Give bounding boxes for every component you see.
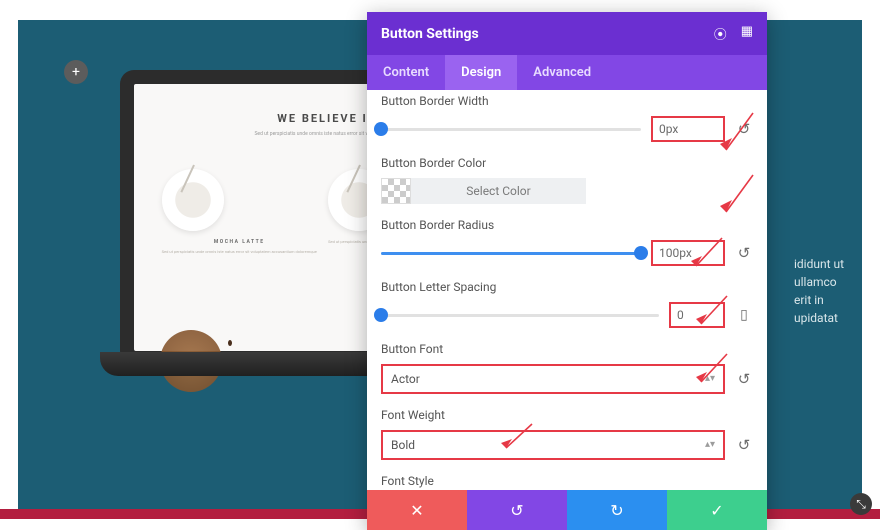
- reset-icon[interactable]: ↺: [735, 244, 753, 262]
- style-label: Font Style: [381, 474, 753, 488]
- border-radius-label: Button Border Radius: [381, 218, 753, 232]
- reset-icon[interactable]: ↺: [735, 120, 753, 138]
- modal-header[interactable]: Button Settings ⦿ ▦: [367, 12, 767, 55]
- slider-thumb[interactable]: [374, 122, 388, 136]
- responsive-icon[interactable]: ▯: [735, 307, 753, 323]
- undo-icon: ↺: [510, 501, 523, 520]
- modal-title: Button Settings: [381, 26, 479, 42]
- font-select-value: Actor: [391, 372, 420, 386]
- add-module-button[interactable]: +: [64, 60, 88, 84]
- color-swatch-transparent[interactable]: [381, 178, 411, 204]
- tab-content[interactable]: Content: [367, 55, 445, 90]
- check-icon: ✓: [710, 501, 723, 520]
- slider-thumb[interactable]: [634, 246, 648, 260]
- weight-select[interactable]: Bold ▴▾: [381, 430, 725, 460]
- product-card: MOCHA LATTE Sed ut perspiciatis unde omn…: [162, 169, 317, 255]
- modal-tabs: Content Design Advanced: [367, 55, 767, 90]
- caret-icon: ▴▾: [705, 374, 715, 384]
- cup-image: [162, 169, 224, 231]
- tab-advanced[interactable]: Advanced: [517, 55, 607, 90]
- expand-icon[interactable]: ⦿: [714, 24, 727, 43]
- plus-icon: +: [72, 64, 80, 80]
- font-label: Button Font: [381, 342, 753, 356]
- border-radius-slider[interactable]: [381, 252, 641, 255]
- slider-thumb[interactable]: [374, 308, 388, 322]
- product-desc: Sed ut perspiciatis unde omnis iste natu…: [162, 249, 317, 255]
- weight-select-value: Bold: [391, 438, 415, 452]
- border-color-label: Button Border Color: [381, 156, 753, 170]
- resize-handle[interactable]: ⤡: [850, 493, 872, 515]
- redo-icon: ↻: [610, 501, 623, 520]
- snap-icon[interactable]: ▦: [741, 24, 753, 43]
- border-width-slider[interactable]: [381, 128, 641, 131]
- modal-body: Button Border Width ↺ Button Border Colo…: [367, 90, 767, 490]
- cancel-button[interactable]: ✕: [367, 490, 467, 530]
- close-icon: ✕: [410, 501, 423, 520]
- reset-icon[interactable]: ↺: [735, 436, 753, 454]
- border-width-input[interactable]: [651, 116, 725, 142]
- letter-spacing-label: Button Letter Spacing: [381, 280, 753, 294]
- weight-label: Font Weight: [381, 408, 753, 422]
- redo-button[interactable]: ↻: [567, 490, 667, 530]
- product-label: MOCHA LATTE: [162, 239, 317, 245]
- letter-spacing-slider[interactable]: [381, 314, 659, 317]
- reset-icon[interactable]: ↺: [735, 370, 753, 388]
- select-color-button[interactable]: Select Color: [411, 178, 586, 204]
- caret-icon: ▴▾: [705, 440, 715, 450]
- letter-spacing-input[interactable]: [669, 302, 725, 328]
- tab-design[interactable]: Design: [445, 55, 517, 90]
- button-settings-modal: Button Settings ⦿ ▦ Content Design Advan…: [367, 12, 767, 530]
- coffee-bean: [228, 340, 232, 346]
- undo-button[interactable]: ↺: [467, 490, 567, 530]
- border-width-label: Button Border Width: [381, 94, 753, 108]
- modal-footer: ✕ ↺ ↻ ✓: [367, 490, 767, 530]
- resize-icon: ⤡: [856, 497, 866, 512]
- font-select[interactable]: Actor ▴▾: [381, 364, 725, 394]
- save-button[interactable]: ✓: [667, 490, 767, 530]
- border-radius-input[interactable]: [651, 240, 725, 266]
- background-lorem-text: ididunt ut ullamco erit in upidatat: [794, 255, 856, 327]
